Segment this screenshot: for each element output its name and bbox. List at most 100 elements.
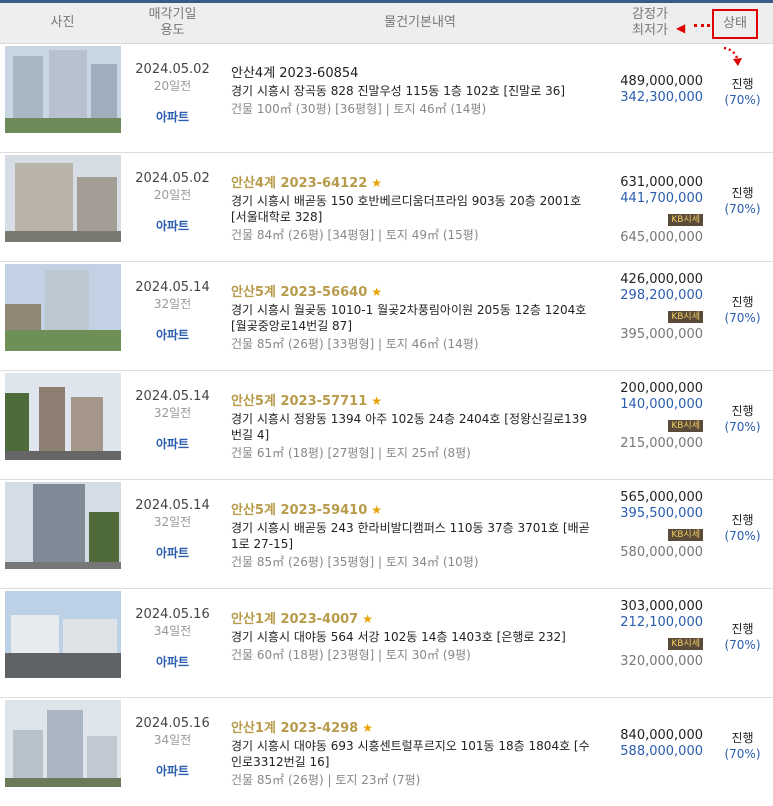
days-elapsed: 20일전 [153, 79, 192, 93]
property-photo[interactable] [5, 155, 121, 242]
listing-table: 2024.05.02 20일전 아파트 안산4계 2023-60854 경기 시… [0, 44, 773, 806]
table-row[interactable]: 2024.05.14 32일전 아파트 안산5계 2023-56640 ★ 경기 … [0, 262, 773, 371]
property-address: 경기 시흥시 월곶동 1010-1 월곶2차풍림아이원 205동 12층 120… [231, 303, 587, 333]
market-price: 395,000,000 [620, 327, 703, 342]
auction-date: 2024.05.02 [135, 62, 210, 77]
kb-market-badge: KB시세 [668, 529, 703, 541]
status-text: 진행 [731, 295, 754, 309]
header-date-usage[interactable]: 매각기일 용도 [125, 3, 220, 43]
status-text: 진행 [731, 513, 754, 527]
table-row[interactable]: 2024.05.14 32일전 아파트 안산5계 2023-57711 ★ 경기 … [0, 371, 773, 480]
minimum-price: 212,100,000 [620, 615, 703, 630]
property-photo[interactable] [5, 482, 121, 569]
status-text: 진행 [731, 77, 754, 91]
min-price-percent: (70%) [724, 202, 761, 216]
table-row[interactable]: 2024.05.14 32일전 아파트 안산5계 2023-59410 ★ 경기 … [0, 480, 773, 589]
case-number-link[interactable]: 안산5계 2023-59410 ★ [231, 502, 596, 519]
min-price-percent: (70%) [724, 638, 761, 652]
appraisal-price: 303,000,000 [620, 599, 703, 614]
usage-type[interactable]: 아파트 [125, 326, 220, 343]
minimum-price: 441,700,000 [620, 191, 703, 206]
appraisal-price: 840,000,000 [620, 728, 703, 743]
minimum-price: 588,000,000 [620, 744, 703, 759]
minimum-price: 342,300,000 [620, 90, 703, 105]
status-text: 진행 [731, 731, 754, 745]
property-photo[interactable] [5, 591, 121, 678]
usage-type[interactable]: 아파트 [125, 435, 220, 452]
case-number-link[interactable]: 안산5계 2023-56640 ★ [231, 284, 596, 301]
usage-type[interactable]: 아파트 [125, 217, 220, 234]
usage-type[interactable]: 아파트 [125, 653, 220, 670]
case-number-link[interactable]: 안산4계 2023-64122 ★ [231, 175, 596, 192]
header-description: 물건기본내역 [384, 15, 456, 30]
minimum-price: 298,200,000 [620, 288, 703, 303]
area-info: 건물 85㎡ (26평) [35평형] | 토지 34㎡ (10평) [231, 555, 479, 569]
auction-date: 2024.05.02 [135, 171, 210, 186]
days-elapsed: 20일전 [153, 188, 192, 202]
area-info: 건물 85㎡ (26평) | 토지 23㎡ (7평) [231, 773, 421, 787]
star-icon[interactable]: ★ [371, 176, 382, 190]
header-status[interactable]: 상태 [712, 9, 758, 39]
area-info: 건물 60㎡ (18평) [23평형] | 토지 30㎡ (9평) [231, 648, 471, 662]
table-row[interactable]: 2024.05.16 34일전 아파트 안산1계 2023-4298 ★ 경기 시… [0, 698, 773, 806]
market-price: 645,000,000 [620, 230, 703, 245]
kb-market-badge: KB시세 [668, 420, 703, 432]
star-icon[interactable]: ★ [362, 721, 373, 735]
case-number-link[interactable]: 안산5계 2023-57711 ★ [231, 393, 596, 410]
area-info: 건물 85㎡ (26평) [33평형] | 토지 46㎡ (14평) [231, 337, 479, 351]
property-address: 경기 시흥시 장곡동 828 진말우성 115동 1층 102호 [진말로 36… [231, 84, 566, 98]
usage-type[interactable]: 아파트 [125, 108, 220, 125]
appraisal-price: 426,000,000 [620, 272, 703, 287]
area-info: 건물 100㎡ (30평) [36평형] | 토지 46㎡ (14평) [231, 102, 487, 116]
auction-date: 2024.05.14 [135, 498, 210, 513]
property-photo[interactable] [5, 264, 121, 351]
days-elapsed: 32일전 [153, 406, 192, 420]
star-icon[interactable]: ★ [371, 285, 382, 299]
market-price: 320,000,000 [620, 654, 703, 669]
dotted-connector [694, 24, 710, 27]
min-price-percent: (70%) [724, 747, 761, 761]
case-number-link[interactable]: 안산1계 2023-4007 ★ [231, 611, 596, 628]
auction-date: 2024.05.14 [135, 280, 210, 295]
days-elapsed: 34일전 [153, 624, 192, 638]
property-photo[interactable] [5, 700, 121, 787]
min-price-percent: (70%) [724, 311, 761, 325]
days-elapsed: 34일전 [153, 733, 192, 747]
case-number-link[interactable]: 안산4계 2023-60854 [231, 66, 596, 82]
area-info: 건물 84㎡ (26평) [34평형] | 토지 49㎡ (15평) [231, 228, 479, 242]
usage-type[interactable]: 아파트 [125, 762, 220, 779]
property-address: 경기 시흥시 대야동 564 서강 102동 14층 1403호 [은행로 23… [231, 630, 566, 644]
appraisal-price: 565,000,000 [620, 490, 703, 505]
min-price-percent: (70%) [724, 529, 761, 543]
market-price: 580,000,000 [620, 545, 703, 560]
table-row[interactable]: 2024.05.02 20일전 아파트 안산4계 2023-60854 경기 시… [0, 44, 773, 153]
kb-market-badge: KB시세 [668, 311, 703, 323]
property-photo[interactable] [5, 46, 121, 133]
star-icon[interactable]: ★ [362, 612, 373, 626]
left-arrow-icon: ◀ [676, 21, 686, 35]
min-price-percent: (70%) [724, 420, 761, 434]
market-price: 215,000,000 [620, 436, 703, 451]
appraisal-price: 631,000,000 [620, 175, 703, 190]
kb-market-badge: KB시세 [668, 214, 703, 226]
usage-type[interactable]: 아파트 [125, 544, 220, 561]
table-row[interactable]: 2024.05.02 20일전 아파트 안산4계 2023-64122 ★ 경기 … [0, 153, 773, 262]
header-photo: 사진 [50, 15, 75, 30]
auction-date: 2024.05.16 [135, 716, 210, 731]
minimum-price: 140,000,000 [620, 397, 703, 412]
kb-market-badge: KB시세 [668, 638, 703, 650]
auction-date: 2024.05.16 [135, 607, 210, 622]
property-address: 경기 시흥시 대야동 693 시흥센트럴푸르지오 101동 18층 1804호 … [231, 739, 590, 769]
table-header: 사진 매각기일 용도 물건기본내역 감정가 최저가 상태 [0, 3, 773, 44]
property-address: 경기 시흥시 배곧동 243 한라비발디캠퍼스 110동 37층 3701호 [… [231, 521, 590, 551]
days-elapsed: 32일전 [153, 515, 192, 529]
table-row[interactable]: 2024.05.16 34일전 아파트 안산1계 2023-4007 ★ 경기 시… [0, 589, 773, 698]
case-number-link[interactable]: 안산1계 2023-4298 ★ [231, 720, 596, 737]
star-icon[interactable]: ★ [371, 503, 382, 517]
status-text: 진행 [731, 622, 754, 636]
property-photo[interactable] [5, 373, 121, 460]
minimum-price: 395,500,000 [620, 506, 703, 521]
star-icon[interactable]: ★ [371, 394, 382, 408]
min-price-percent: (70%) [724, 93, 761, 107]
appraisal-price: 200,000,000 [620, 381, 703, 396]
